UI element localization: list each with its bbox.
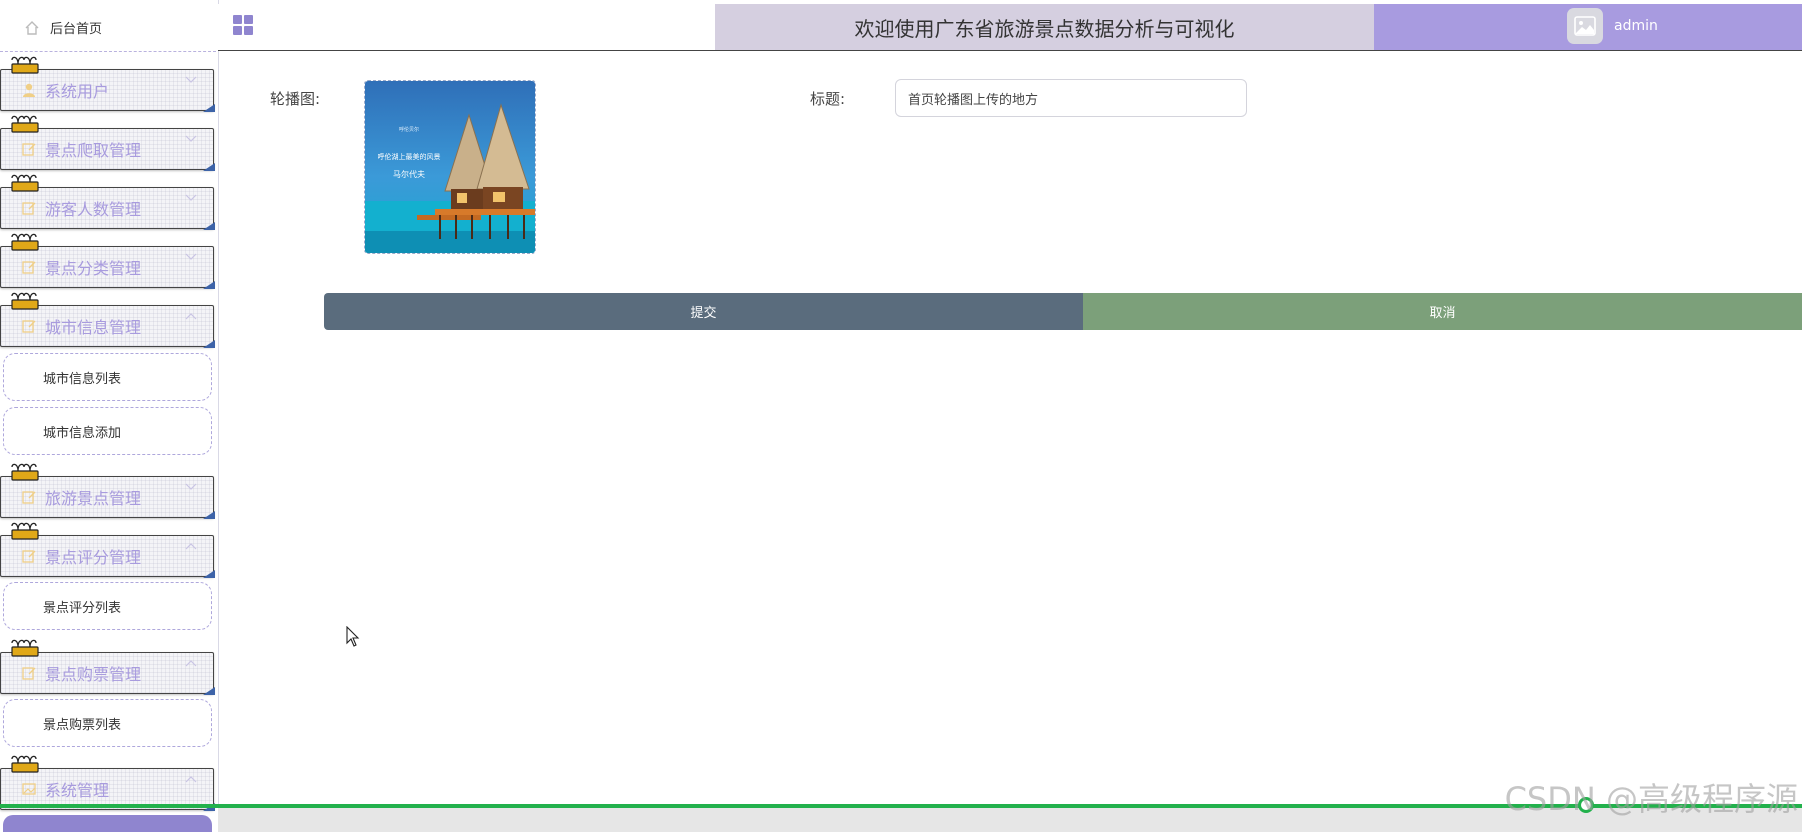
page-fold <box>203 511 215 519</box>
page-title: 欢迎使用广东省旅游景点数据分析与可视化 <box>854 16 1235 41</box>
edit-icon <box>21 141 37 157</box>
sidebar-menu-scenic-rating[interactable]: 景点评分管理 <box>0 522 215 578</box>
sidebar-subitem-city-add[interactable]: 城市信息添加 <box>3 407 212 455</box>
chevron-up-icon <box>185 776 197 783</box>
sidebar-subitem-city-list[interactable]: 城市信息列表 <box>3 353 212 401</box>
user-bar[interactable]: admin <box>1374 4 1802 50</box>
title-field-label: 标题: <box>810 90 846 108</box>
sidebar-menu-scenic-category[interactable]: 景点分类管理 <box>0 233 215 289</box>
sidebar-menu-label: 景点购票管理 <box>45 665 142 684</box>
page-fold <box>203 222 215 230</box>
sidebar-menu-scenic-spots[interactable]: 旅游景点管理 <box>0 463 215 519</box>
page-fold <box>203 163 215 171</box>
sidebar-menu-system-users[interactable]: 系统用户 <box>0 56 215 112</box>
sidebar-bottom-tab <box>3 815 212 832</box>
sidebar-subitem-ticket-list[interactable]: 景点购票列表 <box>3 699 212 747</box>
image-icon <box>21 781 37 797</box>
chevron-down-icon <box>185 194 197 201</box>
user-icon <box>21 82 37 98</box>
binder-clip-icon <box>11 522 39 540</box>
sidebar-menu-label: 旅游景点管理 <box>45 489 142 508</box>
avatar[interactable] <box>1567 8 1603 44</box>
page-fold <box>203 104 215 112</box>
chevron-down-icon <box>185 483 197 490</box>
sidebar-menu-label: 城市信息管理 <box>45 318 142 337</box>
cancel-button[interactable]: 取消 <box>1083 293 1802 330</box>
sidebar-menu-scenic-crawl[interactable]: 景点爬取管理 <box>0 115 215 171</box>
grid-menu-icon[interactable] <box>232 14 254 36</box>
resort-photo-image: 呼伦贝尔 呼伦湖上最美的风景 马尔代夫 <box>365 81 535 253</box>
binder-clip-icon <box>11 56 39 74</box>
home-icon <box>24 20 40 36</box>
chevron-down-icon <box>185 135 197 142</box>
sidebar-subitem-label: 景点评分列表 <box>43 600 122 616</box>
photo-caption-3: 马尔代夫 <box>393 169 425 179</box>
sidebar-menu-city-info[interactable]: 城市信息管理 <box>0 292 215 348</box>
sidebar: 后台首页 系统用户 景点爬取管理 游客人数管理 景点分类管理 城市信息管理 城市… <box>0 0 219 832</box>
sidebar-menu-label: 系统管理 <box>45 781 110 800</box>
watermark: CSDN @高级程序源 <box>1504 780 1798 818</box>
sidebar-menu-visitor-count[interactable]: 游客人数管理 <box>0 174 215 230</box>
sidebar-menu-label: 景点评分管理 <box>45 548 142 567</box>
page-fold <box>203 281 215 289</box>
image-field-label: 轮播图: <box>270 90 321 108</box>
edit-icon <box>21 548 37 564</box>
chevron-up-icon <box>185 660 197 667</box>
sidebar-subitem-label: 城市信息添加 <box>43 425 122 441</box>
sidebar-item-home[interactable]: 后台首页 <box>0 4 216 52</box>
sidebar-menu-label: 景点分类管理 <box>45 259 142 278</box>
sidebar-menu-label: 系统用户 <box>45 82 110 101</box>
title-input[interactable] <box>895 79 1247 117</box>
page-fold <box>203 340 215 348</box>
edit-icon <box>21 259 37 275</box>
binder-clip-icon <box>11 115 39 133</box>
sidebar-menu-label: 景点爬取管理 <box>45 141 142 160</box>
username: admin <box>1614 18 1658 34</box>
chevron-up-icon <box>185 313 197 320</box>
top-header: 欢迎使用广东省旅游景点数据分析与可视化 admin <box>218 4 1802 51</box>
binder-clip-icon <box>11 174 39 192</box>
binder-clip-icon <box>11 463 39 481</box>
edit-icon <box>21 200 37 216</box>
photo-caption-2: 呼伦湖上最美的风景 <box>378 152 441 161</box>
chevron-down-icon <box>185 76 197 83</box>
edit-icon <box>21 489 37 505</box>
binder-clip-icon <box>11 755 39 773</box>
chevron-up-icon <box>185 543 197 550</box>
chevron-down-icon <box>185 253 197 260</box>
photo-caption-1: 呼伦贝尔 <box>399 126 419 133</box>
image-placeholder-icon <box>1574 16 1596 36</box>
edit-icon <box>21 318 37 334</box>
sidebar-subitem-rating-list[interactable]: 景点评分列表 <box>3 582 212 630</box>
edit-icon <box>21 665 37 681</box>
sidebar-item-label: 后台首页 <box>50 22 103 37</box>
carousel-image-preview[interactable]: 呼伦贝尔 呼伦湖上最美的风景 马尔代夫 <box>364 80 536 254</box>
binder-clip-icon <box>11 292 39 310</box>
page-fold <box>203 570 215 578</box>
mouse-cursor-icon <box>346 626 360 647</box>
sidebar-subitem-label: 城市信息列表 <box>43 371 122 387</box>
page-fold <box>203 687 215 695</box>
submit-button[interactable]: 提交 <box>324 293 1083 330</box>
sidebar-menu-label: 游客人数管理 <box>45 200 142 219</box>
sidebar-menu-ticket[interactable]: 景点购票管理 <box>0 639 215 695</box>
sidebar-subitem-label: 景点购票列表 <box>43 717 122 733</box>
binder-clip-icon <box>11 639 39 657</box>
header-title-bar: 欢迎使用广东省旅游景点数据分析与可视化 <box>715 4 1374 50</box>
binder-clip-icon <box>11 233 39 251</box>
